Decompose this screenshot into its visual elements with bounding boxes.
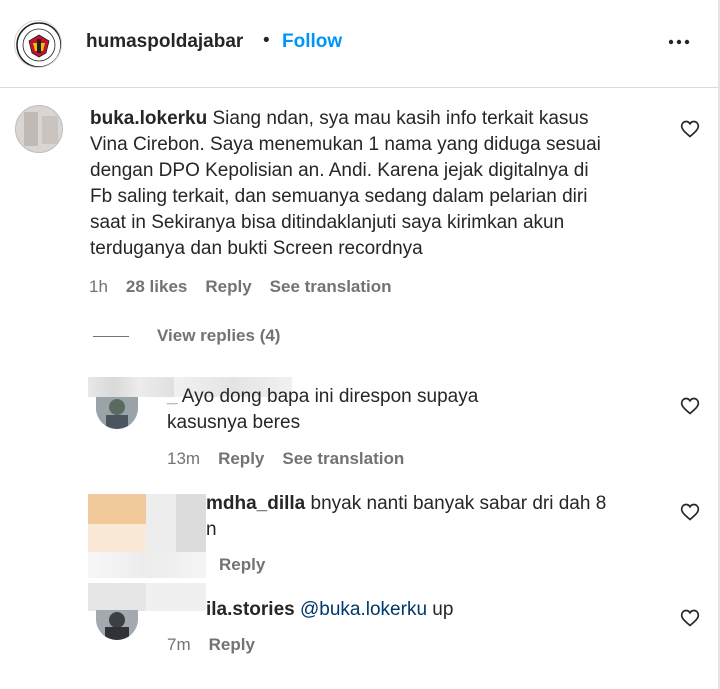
view-replies-button[interactable]: View replies (4) — [93, 326, 280, 346]
main-comment-meta: 1h 28 likes Reply See translation — [89, 277, 392, 297]
like-heart-icon[interactable] — [680, 502, 700, 522]
reply-1-username[interactable]: _ — [167, 386, 178, 407]
main-comment-username[interactable]: buka.lokerku — [90, 108, 207, 129]
mention-link[interactable]: @buka.lokerku — [300, 599, 427, 620]
post-header: humaspoldajabar • Follow — [0, 0, 720, 88]
reply-3-username[interactable]: ila.stories — [206, 599, 295, 620]
reply-avatar[interactable] — [96, 610, 138, 640]
redacted-block — [88, 552, 206, 578]
follow-button[interactable]: Follow — [282, 31, 342, 53]
reply-2-meta: Reply — [219, 555, 265, 575]
comment-time: 7m — [167, 635, 191, 654]
redacted-block — [176, 494, 206, 552]
divider-line — [93, 335, 129, 337]
reply-3-text: ila.stories @buka.lokerku up — [206, 599, 454, 620]
reply-button[interactable]: Reply — [205, 277, 251, 297]
account-avatar[interactable] — [14, 20, 62, 68]
reply-2-text: mdha_dilla bnyak nanti banyak sabar dri … — [206, 493, 607, 540]
like-heart-icon[interactable] — [680, 396, 700, 416]
likes-count[interactable]: 28 likes — [126, 277, 187, 297]
redacted-block — [146, 494, 176, 552]
avatar-image — [16, 106, 62, 152]
see-translation-button[interactable]: See translation — [282, 449, 404, 469]
like-heart-icon[interactable] — [680, 608, 700, 628]
more-options-icon[interactable] — [666, 30, 692, 54]
reply-button[interactable]: Reply — [218, 449, 264, 469]
see-translation-button[interactable]: See translation — [270, 277, 392, 297]
reply-avatar[interactable] — [96, 397, 138, 429]
reply-1-text: _ Ayo dong bapa ini direspon supaya kasu… — [167, 386, 479, 433]
comment-time: 13m — [167, 449, 201, 468]
separator-dot: • — [263, 30, 270, 51]
redacted-block — [146, 583, 206, 611]
main-comment-text: buka.lokerku Siang ndan, sya mau kasih i… — [90, 108, 601, 259]
reply-button[interactable]: Reply — [209, 635, 255, 655]
like-heart-icon[interactable] — [680, 119, 700, 139]
comment-avatar[interactable] — [15, 105, 63, 153]
redacted-block — [88, 524, 146, 552]
comment-time: 1h — [89, 277, 108, 296]
reply-3-meta: 7m Reply — [167, 635, 255, 655]
reply-1-meta: 13m Reply See translation — [167, 449, 404, 469]
reply-2-username[interactable]: mdha_dilla — [206, 493, 305, 514]
reply-button[interactable]: Reply — [219, 555, 265, 575]
redacted-block — [88, 583, 146, 611]
redacted-block — [88, 377, 174, 397]
redacted-block — [88, 494, 146, 524]
police-logo-icon — [16, 22, 61, 67]
header-username[interactable]: humaspoldajabar — [86, 31, 243, 53]
